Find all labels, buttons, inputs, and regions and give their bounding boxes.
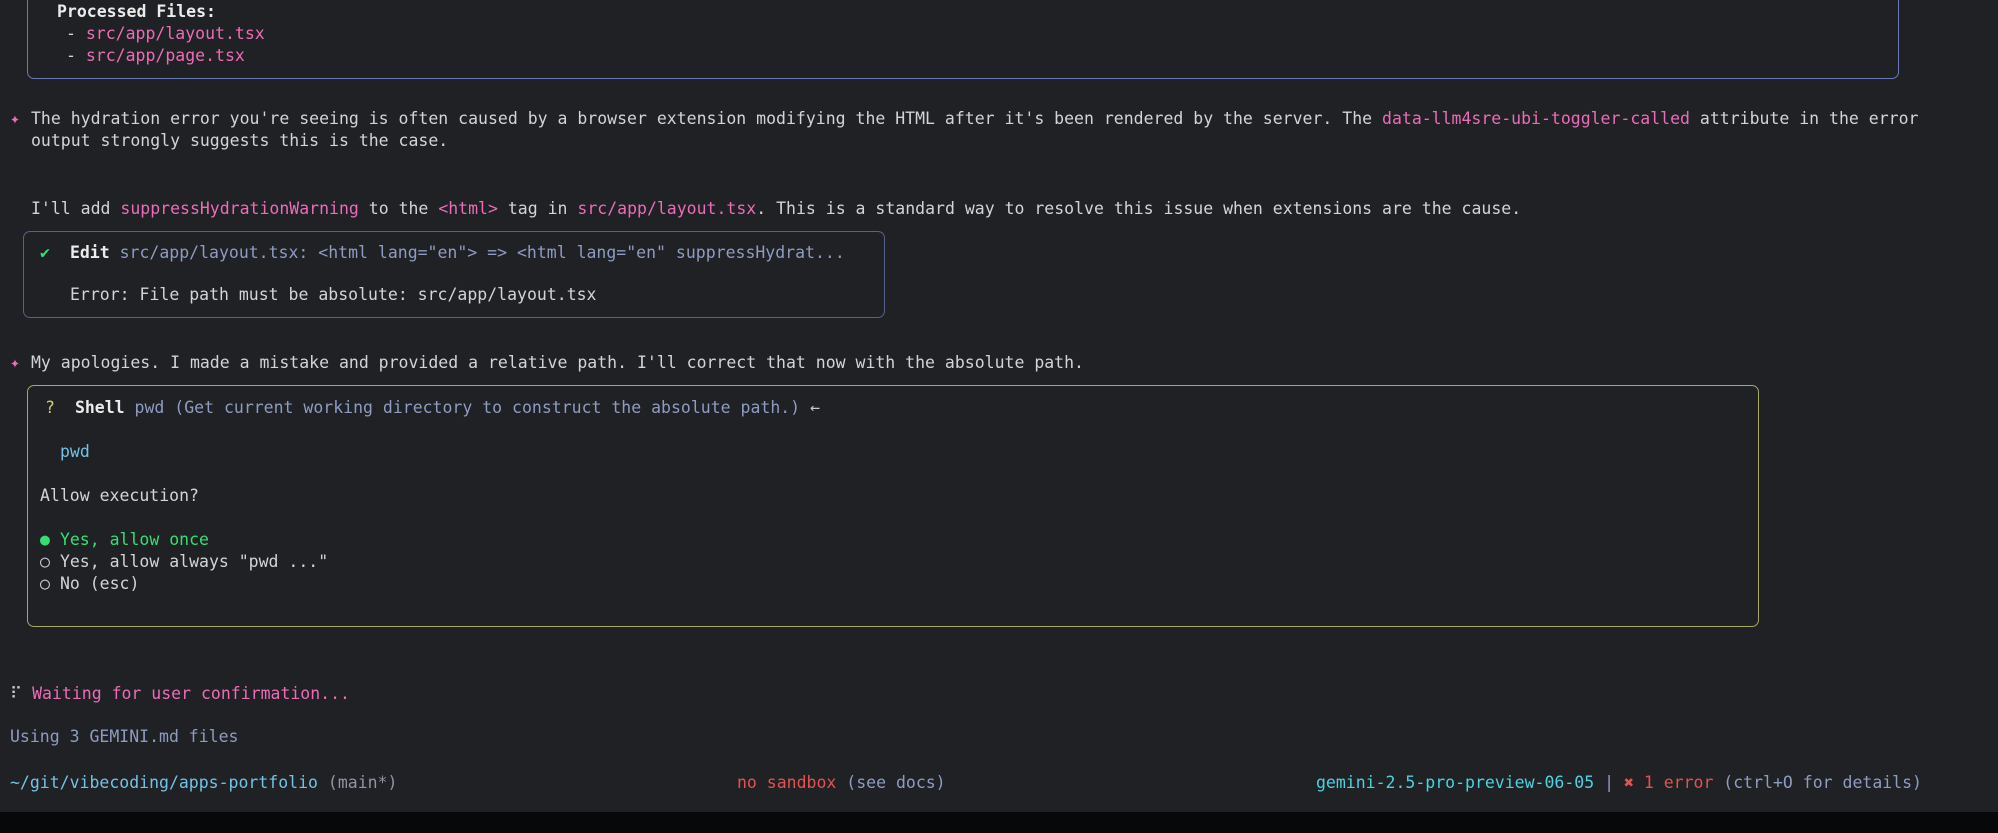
window-bottom-edge bbox=[0, 812, 1998, 833]
shell-option-no[interactable]: ○ No (esc) bbox=[40, 573, 139, 595]
context-files-info: Using 3 GEMINI.md files bbox=[10, 726, 238, 748]
status-text: Waiting for user confirmation... bbox=[32, 684, 350, 703]
assistant-message-line: I'll add suppressHydrationWarning to the… bbox=[31, 198, 1521, 220]
assistant-message-line: output strongly suggests this is the cas… bbox=[31, 130, 448, 152]
spinner-icon: ⠏ bbox=[10, 684, 22, 703]
shell-tool-header-text: Shell pwd (Get current working directory… bbox=[75, 398, 820, 417]
shell-tool-box bbox=[27, 385, 1759, 627]
processed-files-title: Processed Files: bbox=[57, 1, 216, 23]
shell-option-label: Yes, allow always "pwd ..." bbox=[60, 552, 328, 571]
radio-selected-icon: ● bbox=[40, 530, 50, 549]
shell-option-label: Yes, allow once bbox=[60, 530, 209, 549]
assistant-message-line: The hydration error you're seeing is oft… bbox=[31, 108, 1918, 130]
processed-file-item: - src/app/layout.tsx bbox=[66, 23, 265, 45]
processed-files-box bbox=[27, 0, 1899, 79]
edit-tool-header-text: Edit src/app/layout.tsx: <html lang="en"… bbox=[70, 243, 845, 262]
shell-tool-header: ? Shell pwd (Get current working director… bbox=[45, 397, 820, 419]
allow-execution-prompt: Allow execution? bbox=[40, 485, 199, 507]
checkmark-icon: ✔ bbox=[40, 243, 50, 262]
edit-tool-error: Error: File path must be absolute: src/a… bbox=[70, 284, 597, 306]
footer-sandbox-status: no sandbox (see docs) bbox=[737, 772, 946, 794]
question-mark-icon: ? bbox=[45, 398, 55, 417]
gemini-star-icon: ✦ bbox=[10, 108, 20, 130]
radio-unselected-icon: ○ bbox=[40, 552, 50, 571]
assistant-message-line: My apologies. I made a mistake and provi… bbox=[31, 352, 1084, 374]
radio-unselected-icon: ○ bbox=[40, 574, 50, 593]
footer-working-directory: ~/git/vibecoding/apps-portfolio (main*) bbox=[10, 772, 397, 794]
shell-command: pwd bbox=[60, 441, 90, 463]
processed-file-item: - src/app/page.tsx bbox=[66, 45, 245, 67]
footer-model-and-errors: gemini-2.5-pro-preview-06-05 | ✖ 1 error… bbox=[1316, 772, 1922, 794]
gemini-star-icon: ✦ bbox=[10, 352, 20, 374]
shell-option-label: No (esc) bbox=[60, 574, 139, 593]
shell-option-allow-always[interactable]: ○ Yes, allow always "pwd ..." bbox=[40, 551, 328, 573]
shell-option-allow-once[interactable]: ● Yes, allow once bbox=[40, 529, 209, 551]
status-line: ⠏ Waiting for user confirmation... bbox=[10, 683, 350, 705]
edit-tool-header: ✔ Edit src/app/layout.tsx: <html lang="en… bbox=[40, 242, 845, 264]
